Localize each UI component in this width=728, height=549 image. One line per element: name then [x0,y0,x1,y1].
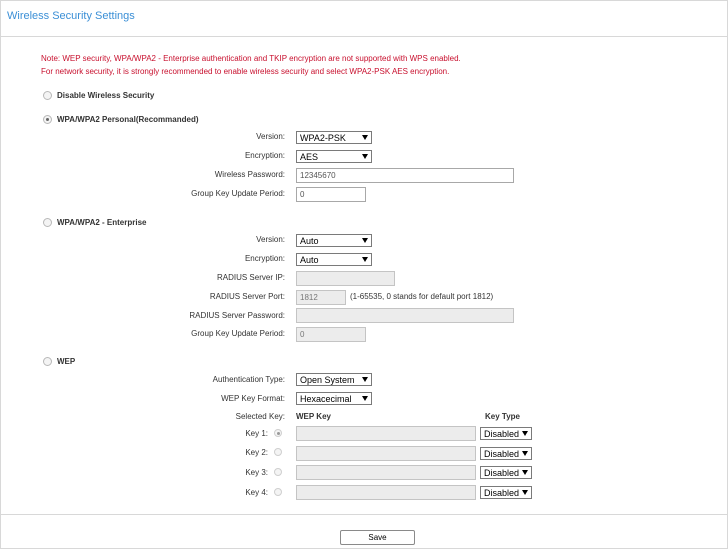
wireless-password-input[interactable]: 12345670 [296,168,514,183]
enterprise-encryption-label: Encryption: [244,254,285,263]
wpa-enterprise-radio[interactable] [43,218,52,227]
enterprise-version-label: Version: [256,235,285,244]
wep-key-format-label: WEP Key Format: [221,394,285,403]
save-button[interactable]: Save [340,530,415,545]
key-3-type-value: Disabled [484,468,520,478]
enterprise-version-value: Auto [300,236,319,246]
key-1-type-select[interactable]: Disabled [480,427,532,440]
key-4-radio[interactable] [274,488,282,496]
personal-group-key-label: Group Key Update Period: [191,189,285,198]
disable-security-label: Disable Wireless Security [57,91,155,100]
enterprise-encryption-value: Auto [300,255,319,265]
key-4-type-value: Disabled [484,488,520,498]
radius-ip-input[interactable] [296,271,395,286]
dropdown-arrow-icon [362,377,368,382]
wpa-enterprise-label: WPA/WPA2 - Enterprise [57,218,147,227]
dropdown-arrow-icon [522,451,528,456]
key-4-input[interactable] [296,485,476,500]
key-2-radio[interactable] [274,448,282,456]
wireless-password-label: Wireless Password: [214,170,285,179]
key-2-input[interactable] [296,446,476,461]
wep-label: WEP [57,357,76,366]
page-title: Wireless Security Settings [7,10,135,22]
key-4-type-select[interactable]: Disabled [480,486,532,499]
auth-type-select[interactable]: Open System [296,373,372,386]
disable-security-radio[interactable] [43,91,52,100]
key-1-label: Key 1: [245,429,268,438]
radius-port-hint: (1-65535, 0 stands for default port 1812… [350,292,494,301]
wep-radio[interactable] [43,357,52,366]
dropdown-arrow-icon [522,431,528,436]
footer-divider [0,514,728,515]
wpa-personal-radio[interactable] [43,115,52,124]
dropdown-arrow-icon [362,135,368,140]
radius-password-label: RADIUS Server Password: [189,311,285,320]
dropdown-arrow-icon [522,470,528,475]
wep-key-header: WEP Key [296,412,331,421]
selected-key-header: Selected Key: [235,412,285,421]
key-3-type-select[interactable]: Disabled [480,466,532,479]
personal-version-select[interactable]: WPA2-PSK [296,131,372,144]
key-type-header: Key Type [485,412,520,421]
wep-key-format-select[interactable]: Hexacecimal [296,392,372,405]
enterprise-encryption-select[interactable]: Auto [296,253,372,266]
header-divider [0,36,728,37]
dropdown-arrow-icon [362,257,368,262]
auth-type-value: Open System [300,375,355,385]
key-4-label: Key 4: [245,488,268,497]
key-1-radio[interactable] [274,429,282,437]
enterprise-version-select[interactable]: Auto [296,234,372,247]
dropdown-arrow-icon [362,154,368,159]
dropdown-arrow-icon [362,238,368,243]
personal-version-value: WPA2-PSK [300,133,346,143]
wep-key-format-value: Hexacecimal [300,394,352,404]
auth-type-label: Authentication Type: [212,375,285,384]
dropdown-arrow-icon [362,396,368,401]
personal-version-label: Version: [256,132,285,141]
enterprise-group-key-input[interactable]: 0 [296,327,366,342]
key-2-type-value: Disabled [484,449,520,459]
radius-password-input[interactable] [296,308,514,323]
key-2-label: Key 2: [245,448,268,457]
radius-port-label: RADIUS Server Port: [209,292,285,301]
key-2-type-select[interactable]: Disabled [480,447,532,460]
personal-encryption-label: Encryption: [244,151,285,160]
personal-group-key-input[interactable]: 0 [296,187,366,202]
radius-ip-label: RADIUS Server IP: [216,273,285,282]
key-1-type-value: Disabled [484,429,520,439]
personal-encryption-select[interactable]: AES [296,150,372,163]
key-1-input[interactable] [296,426,476,441]
dropdown-arrow-icon [522,490,528,495]
key-3-label: Key 3: [245,468,268,477]
note-line-1: Note: WEP security, WPA/WPA2 - Enterpris… [41,54,461,63]
wpa-personal-label: WPA/WPA2 Personal(Recommanded) [57,115,199,124]
key-3-radio[interactable] [274,468,282,476]
enterprise-group-key-label: Group Key Update Period: [191,329,285,338]
key-3-input[interactable] [296,465,476,480]
radius-port-input[interactable]: 1812 [296,290,346,305]
personal-encryption-value: AES [300,152,319,162]
note-line-2: For network security, it is strongly rec… [41,67,450,76]
